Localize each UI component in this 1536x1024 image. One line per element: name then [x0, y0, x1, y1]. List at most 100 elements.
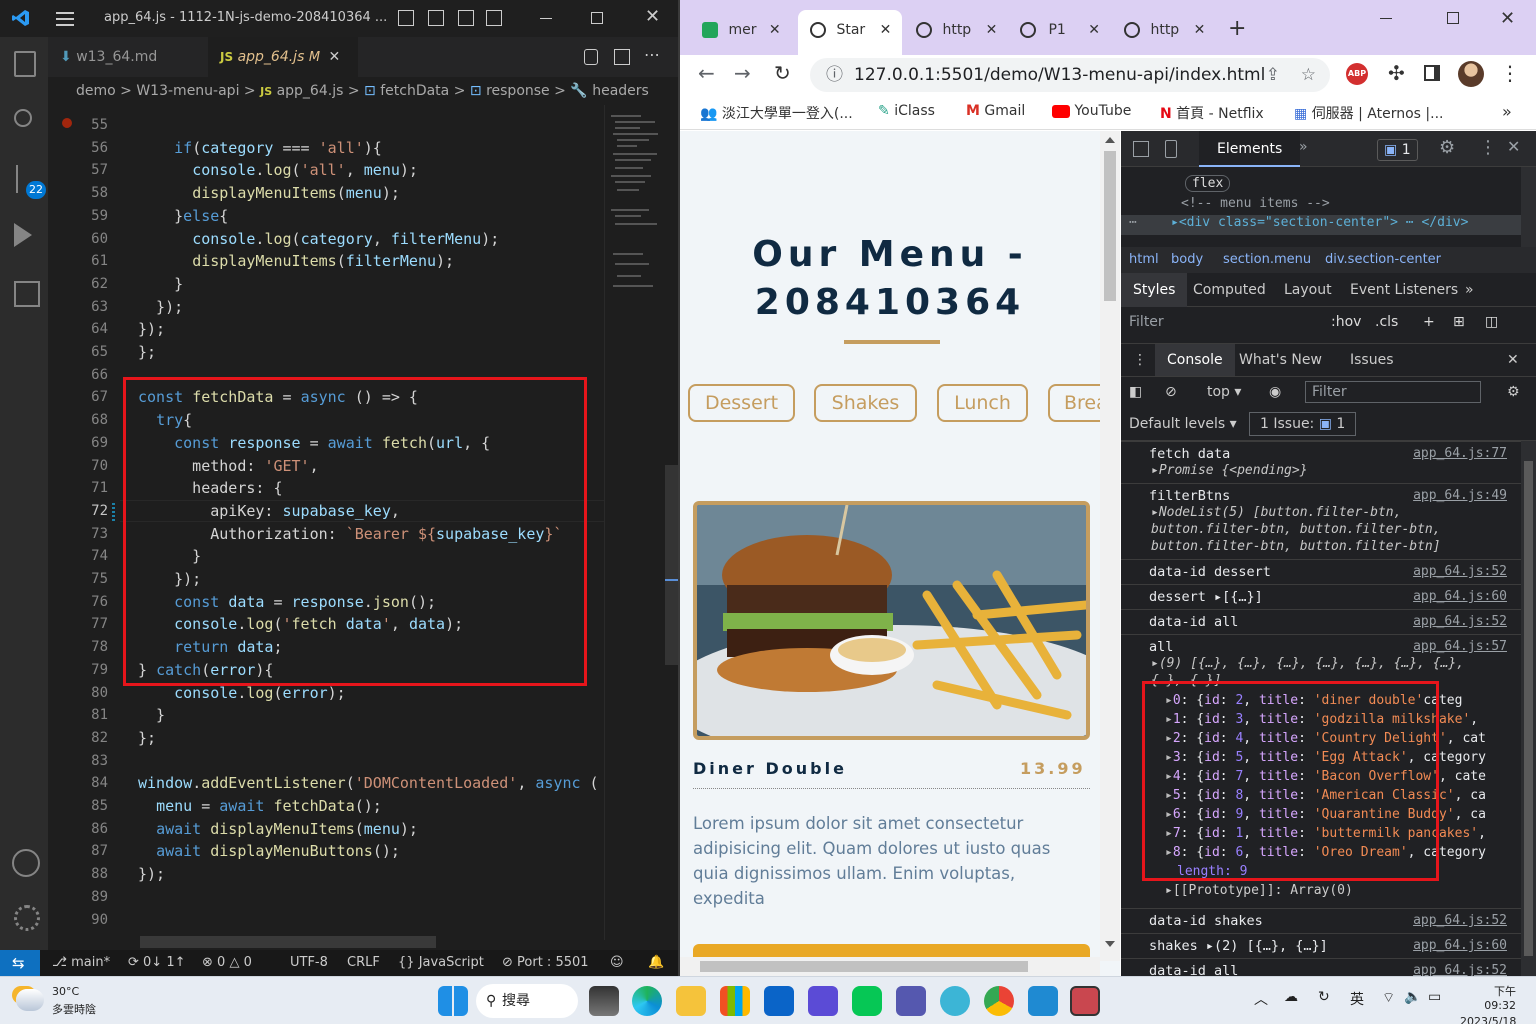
remote-icon[interactable]: ⇆ [0, 950, 40, 976]
onedrive-icon[interactable]: ☁ [1284, 989, 1298, 1005]
browser-tab-5[interactable]: http ✕ [1124, 10, 1220, 55]
eol-status[interactable]: CRLF [347, 950, 380, 976]
start-windows-icon[interactable] [438, 986, 468, 1016]
add-rule-icon[interactable]: + [1423, 307, 1435, 337]
filter-btn-dessert[interactable]: Dessert [688, 384, 795, 422]
drawer-close-icon[interactable]: ✕ [1507, 344, 1519, 376]
code-line[interactable]: }); [138, 296, 183, 319]
run-debug-icon[interactable] [14, 223, 32, 247]
bookmark-netflix[interactable]: N 首頁 - Netflix [1160, 103, 1264, 123]
scroll-thumb[interactable] [1104, 151, 1116, 301]
console-message[interactable]: fetch data app_64.js:77 ▸Promise {<pending… [1121, 441, 1521, 483]
browser-tab-3[interactable]: http ✕ [916, 10, 1012, 55]
chrome-icon[interactable] [984, 986, 1014, 1016]
context-select[interactable]: top ▾ [1207, 377, 1241, 407]
code-line[interactable]: }); [138, 318, 165, 341]
code-line[interactable]: console.log(category, filterMenu); [138, 228, 499, 251]
selected-node[interactable]: ⋯ ▸<div class="section-center"> ⋯ </div> [1121, 215, 1521, 235]
share-icon[interactable]: ⇪ [1266, 58, 1280, 92]
code-line[interactable]: if(category === 'all'){ [138, 137, 382, 160]
new-tab-button[interactable]: + [1228, 16, 1246, 41]
tab-app-js[interactable]: JS app_64.js M ✕ [208, 37, 358, 77]
code-line[interactable]: console.log('all', menu); [138, 159, 418, 182]
forward-icon[interactable]: → [734, 61, 751, 85]
filter-btn-shakes[interactable]: Shakes [814, 384, 917, 422]
more-tabs-icon[interactable]: » [1299, 139, 1308, 155]
code-line[interactable]: window.addEventListener('DOMContentLoade… [138, 772, 599, 795]
scroll-thumb-h[interactable] [700, 961, 1028, 972]
code-line[interactable]: displayMenuItems(menu); [138, 182, 400, 205]
code-line[interactable]: displayMenuItems(filterMenu); [138, 250, 454, 273]
tray-chevron-icon[interactable]: ︿ [1254, 989, 1268, 1009]
drawer-menu-icon[interactable]: ⋮ [1133, 344, 1147, 376]
console-message[interactable]: data-id dessert app_64.js:52 [1121, 559, 1521, 584]
cls-toggle[interactable]: .cls [1375, 307, 1398, 337]
console-source-link[interactable]: app_64.js:52 [1413, 963, 1507, 976]
close-button[interactable]: ✕ [645, 6, 660, 27]
battery-icon[interactable]: ▭ [1428, 989, 1441, 1005]
console-source-link[interactable]: app_64.js:52 [1413, 614, 1507, 629]
tab-issues[interactable]: Issues [1350, 344, 1394, 376]
console-source-link[interactable]: app_64.js:60 [1413, 938, 1507, 953]
device-toolbar-icon[interactable] [1165, 140, 1177, 158]
minimap[interactable] [604, 105, 680, 940]
search-icon[interactable] [14, 109, 32, 127]
issues-badge[interactable]: ▣ 1 [1377, 139, 1418, 161]
code-line[interactable]: await displayMenuItems(menu); [138, 818, 418, 841]
minimize-button[interactable] [1380, 18, 1392, 19]
tab-layout[interactable]: Layout [1284, 273, 1332, 307]
encoding-status[interactable]: UTF-8 [290, 950, 328, 976]
close-tab-icon[interactable]: ✕ [880, 22, 892, 38]
side-panel-icon[interactable] [1424, 65, 1440, 81]
issue-count-button[interactable]: 1 Issue: ▣ 1 [1249, 412, 1357, 436]
console-message[interactable]: data-id all app_64.js:52 [1121, 958, 1521, 976]
back-icon[interactable]: ← [698, 61, 715, 85]
flex-badge[interactable]: flex [1185, 175, 1231, 192]
code-line[interactable]: } [138, 273, 183, 296]
clipchamp-icon[interactable] [808, 986, 838, 1016]
task-view-icon[interactable] [589, 986, 619, 1016]
layout-toggle-icons[interactable] [398, 10, 502, 28]
notifications-bell-icon[interactable]: 🔔 [648, 950, 664, 976]
devtools-close-icon[interactable]: ✕ [1507, 137, 1520, 156]
bookmark-tku[interactable]: 👥 淡江大學單一登入(... [700, 103, 853, 123]
teams-icon[interactable] [896, 986, 926, 1016]
scroll-thumb[interactable] [1524, 461, 1533, 956]
console-scrollbar[interactable] [1521, 441, 1536, 976]
taskbar-search[interactable]: ⚲ 搜尋 [476, 984, 578, 1018]
port-status[interactable]: ⊘ Port : 5501 [502, 950, 589, 976]
console-filter-input[interactable]: Filter [1305, 381, 1481, 403]
more-tabs-icon[interactable]: » [1465, 273, 1474, 307]
sync-status[interactable]: ⟳ 0↓ 1↑ [128, 950, 186, 976]
extensions-icon[interactable] [14, 281, 40, 307]
console-source-link[interactable]: app_64.js:52 [1413, 564, 1507, 579]
volume-icon[interactable]: 🔈 [1404, 989, 1421, 1005]
maximize-button[interactable] [591, 12, 603, 24]
devtools-menu-icon[interactable]: ⋮ [1479, 137, 1497, 158]
address-bar[interactable]: ⓘ 127.0.0.1:5501/demo/W13-menu-api/index… [810, 58, 1330, 92]
file-explorer-icon[interactable] [676, 986, 706, 1016]
code-line[interactable]: }else{ [138, 205, 228, 228]
console-source-link[interactable]: app_64.js:77 [1413, 446, 1507, 461]
bookmark-star-icon[interactable]: ☆ [1301, 58, 1316, 92]
tab-computed[interactable]: Computed [1193, 273, 1266, 307]
profile-avatar[interactable] [1458, 61, 1484, 87]
split-editor-icon[interactable] [614, 49, 630, 65]
console-settings-icon[interactable]: ⚙ [1507, 377, 1520, 407]
branch-status[interactable]: ⎇ main* [52, 950, 110, 976]
store-icon[interactable] [720, 986, 750, 1016]
scroll-down-arrow[interactable] [1105, 941, 1115, 947]
code-line[interactable]: }; [138, 341, 156, 364]
bookmark-youtube[interactable]: YouTube [1052, 103, 1131, 119]
maximize-button[interactable] [1447, 12, 1459, 24]
mail-icon[interactable] [764, 986, 794, 1016]
close-tab-icon[interactable]: ✕ [1088, 22, 1100, 38]
account-icon[interactable] [12, 849, 40, 877]
snipping-tool-icon[interactable] [1070, 986, 1100, 1016]
settings-gear-icon[interactable] [14, 905, 40, 931]
bookmark-gmail[interactable]: M Gmail [966, 103, 1025, 119]
tab-styles[interactable]: Styles [1121, 273, 1188, 307]
console-source-link[interactable]: app_64.js:60 [1413, 589, 1507, 604]
devtools-settings-icon[interactable]: ⚙ [1439, 137, 1455, 158]
console-source-link[interactable]: app_64.js:49 [1413, 488, 1507, 503]
